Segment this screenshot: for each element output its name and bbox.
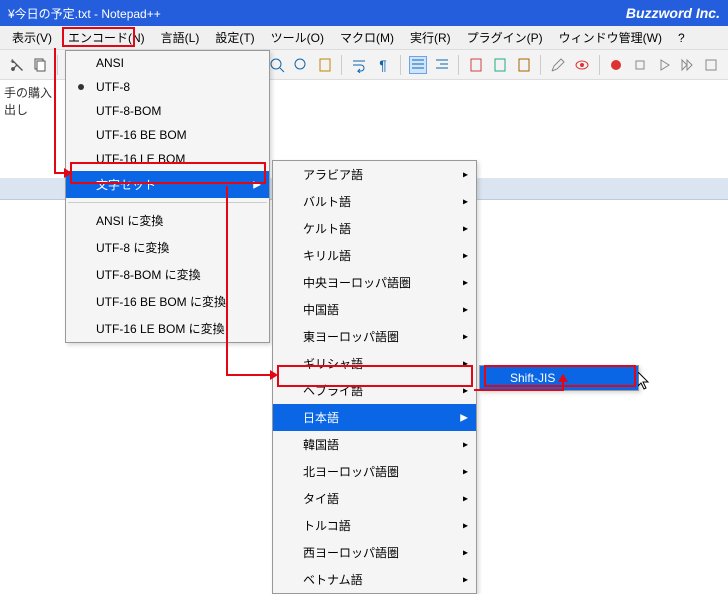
- indent-icon[interactable]: [409, 56, 427, 74]
- doc-c-icon[interactable]: [515, 56, 533, 74]
- outdent-icon[interactable]: [433, 56, 451, 74]
- window-title: ¥今日の予定.txt - Notepad++: [8, 5, 626, 22]
- eye-icon[interactable]: [573, 56, 591, 74]
- convert-utf16be[interactable]: UTF-16 BE BOM に変換: [66, 288, 269, 315]
- lang-thai[interactable]: タイ語▸: [273, 485, 476, 512]
- menu-separator: [68, 202, 267, 203]
- menu-window[interactable]: ウィンドウ管理(W): [551, 26, 670, 49]
- doc-a-icon[interactable]: [467, 56, 485, 74]
- convert-ansi[interactable]: ANSI に変換: [66, 207, 269, 234]
- arrow-line: [474, 389, 564, 391]
- play-icon[interactable]: [655, 56, 673, 74]
- pilcrow-icon[interactable]: ¶: [374, 56, 392, 74]
- charset-submenu[interactable]: 文字セット▶: [66, 171, 269, 198]
- menu-encoding[interactable]: エンコード(N): [60, 26, 153, 49]
- toolbar-separator: [400, 55, 401, 75]
- fastforward-icon[interactable]: [679, 56, 697, 74]
- lang-turkish[interactable]: トルコ語▸: [273, 512, 476, 539]
- charset-language-menu: アラビア語▸ バルト語▸ ケルト語▸ キリル語▸ 中央ヨーロッパ語圏▸ 中国語▸…: [272, 160, 477, 594]
- encoding-utf16le[interactable]: UTF-16 LE BOM: [66, 147, 269, 171]
- convert-utf8[interactable]: UTF-8 に変換: [66, 234, 269, 261]
- menu-tools[interactable]: ツール(O): [263, 26, 332, 49]
- menu-bar: 表示(V) エンコード(N) 言語(L) 設定(T) ツール(O) マクロ(M)…: [0, 26, 728, 50]
- menu-help[interactable]: ?: [670, 28, 693, 48]
- menu-settings[interactable]: 設定(T): [207, 26, 262, 49]
- encoding-menu: ANSI UTF-8 UTF-8-BOM UTF-16 BE BOM UTF-1…: [65, 50, 270, 343]
- encoding-utf8[interactable]: UTF-8: [66, 75, 269, 99]
- chevron-right-icon: ▶: [460, 412, 468, 423]
- lang-korean[interactable]: 韓国語▸: [273, 431, 476, 458]
- record-icon[interactable]: [608, 56, 626, 74]
- mouse-cursor-icon: [638, 372, 652, 390]
- lang-celtic[interactable]: ケルト語▸: [273, 215, 476, 242]
- lang-northeu[interactable]: 北ヨーロッパ語圏▸: [273, 458, 476, 485]
- lang-vietnamese[interactable]: ベトナム語▸: [273, 566, 476, 593]
- arrow-line: [226, 186, 228, 376]
- page-icon[interactable]: [316, 56, 334, 74]
- chevron-right-icon: ▶: [253, 179, 261, 190]
- encoding-utf16be[interactable]: UTF-16 BE BOM: [66, 123, 269, 147]
- arrow-head-icon: [270, 370, 278, 380]
- brand-label: Buzzword Inc.: [626, 5, 720, 21]
- arrow-line: [54, 48, 56, 174]
- zoom-out-icon[interactable]: [292, 56, 310, 74]
- cut-icon[interactable]: [8, 56, 26, 74]
- arrow-head-icon: [64, 168, 72, 178]
- toolbar-separator: [540, 55, 541, 75]
- stop-icon[interactable]: [631, 56, 649, 74]
- copy-icon[interactable]: [32, 56, 50, 74]
- menu-language[interactable]: 言語(L): [153, 26, 208, 49]
- menu-plugins[interactable]: プラグイン(P): [459, 26, 551, 49]
- save-macro-icon[interactable]: [702, 56, 720, 74]
- encoding-utf8bom[interactable]: UTF-8-BOM: [66, 99, 269, 123]
- convert-utf16le[interactable]: UTF-16 LE BOM に変換: [66, 315, 269, 342]
- lang-westeu[interactable]: 西ヨーロッパ語圏▸: [273, 539, 476, 566]
- convert-utf8bom[interactable]: UTF-8-BOM に変換: [66, 261, 269, 288]
- lang-easteu[interactable]: 東ヨーロッパ語圏▸: [273, 323, 476, 350]
- encoding-ansi[interactable]: ANSI: [66, 51, 269, 75]
- pencil-icon[interactable]: [549, 56, 567, 74]
- menu-run[interactable]: 実行(R): [402, 26, 459, 49]
- zoom-in-icon[interactable]: [269, 56, 287, 74]
- toolbar-separator: [599, 55, 600, 75]
- wordwrap-icon[interactable]: [350, 56, 368, 74]
- arrow-head-icon: [558, 374, 568, 382]
- lang-baltic[interactable]: バルト語▸: [273, 188, 476, 215]
- toolbar-separator: [458, 55, 459, 75]
- lang-greek[interactable]: ギリシャ語▸: [273, 350, 476, 377]
- toolbar-separator: [57, 55, 58, 75]
- menu-view[interactable]: 表示(V): [4, 26, 60, 49]
- lang-japanese[interactable]: 日本語▶: [273, 404, 476, 431]
- lang-centraleu[interactable]: 中央ヨーロッパ語圏▸: [273, 269, 476, 296]
- lang-chinese[interactable]: 中国語▸: [273, 296, 476, 323]
- arrow-line: [226, 374, 274, 376]
- toolbar-separator: [341, 55, 342, 75]
- lang-hebrew[interactable]: ヘブライ語▸: [273, 377, 476, 404]
- title-bar: ¥今日の予定.txt - Notepad++ Buzzword Inc.: [0, 0, 728, 26]
- lang-arabic[interactable]: アラビア語▸: [273, 161, 476, 188]
- lang-cyrillic[interactable]: キリル語▸: [273, 242, 476, 269]
- doc-b-icon[interactable]: [491, 56, 509, 74]
- menu-macro[interactable]: マクロ(M): [332, 26, 402, 49]
